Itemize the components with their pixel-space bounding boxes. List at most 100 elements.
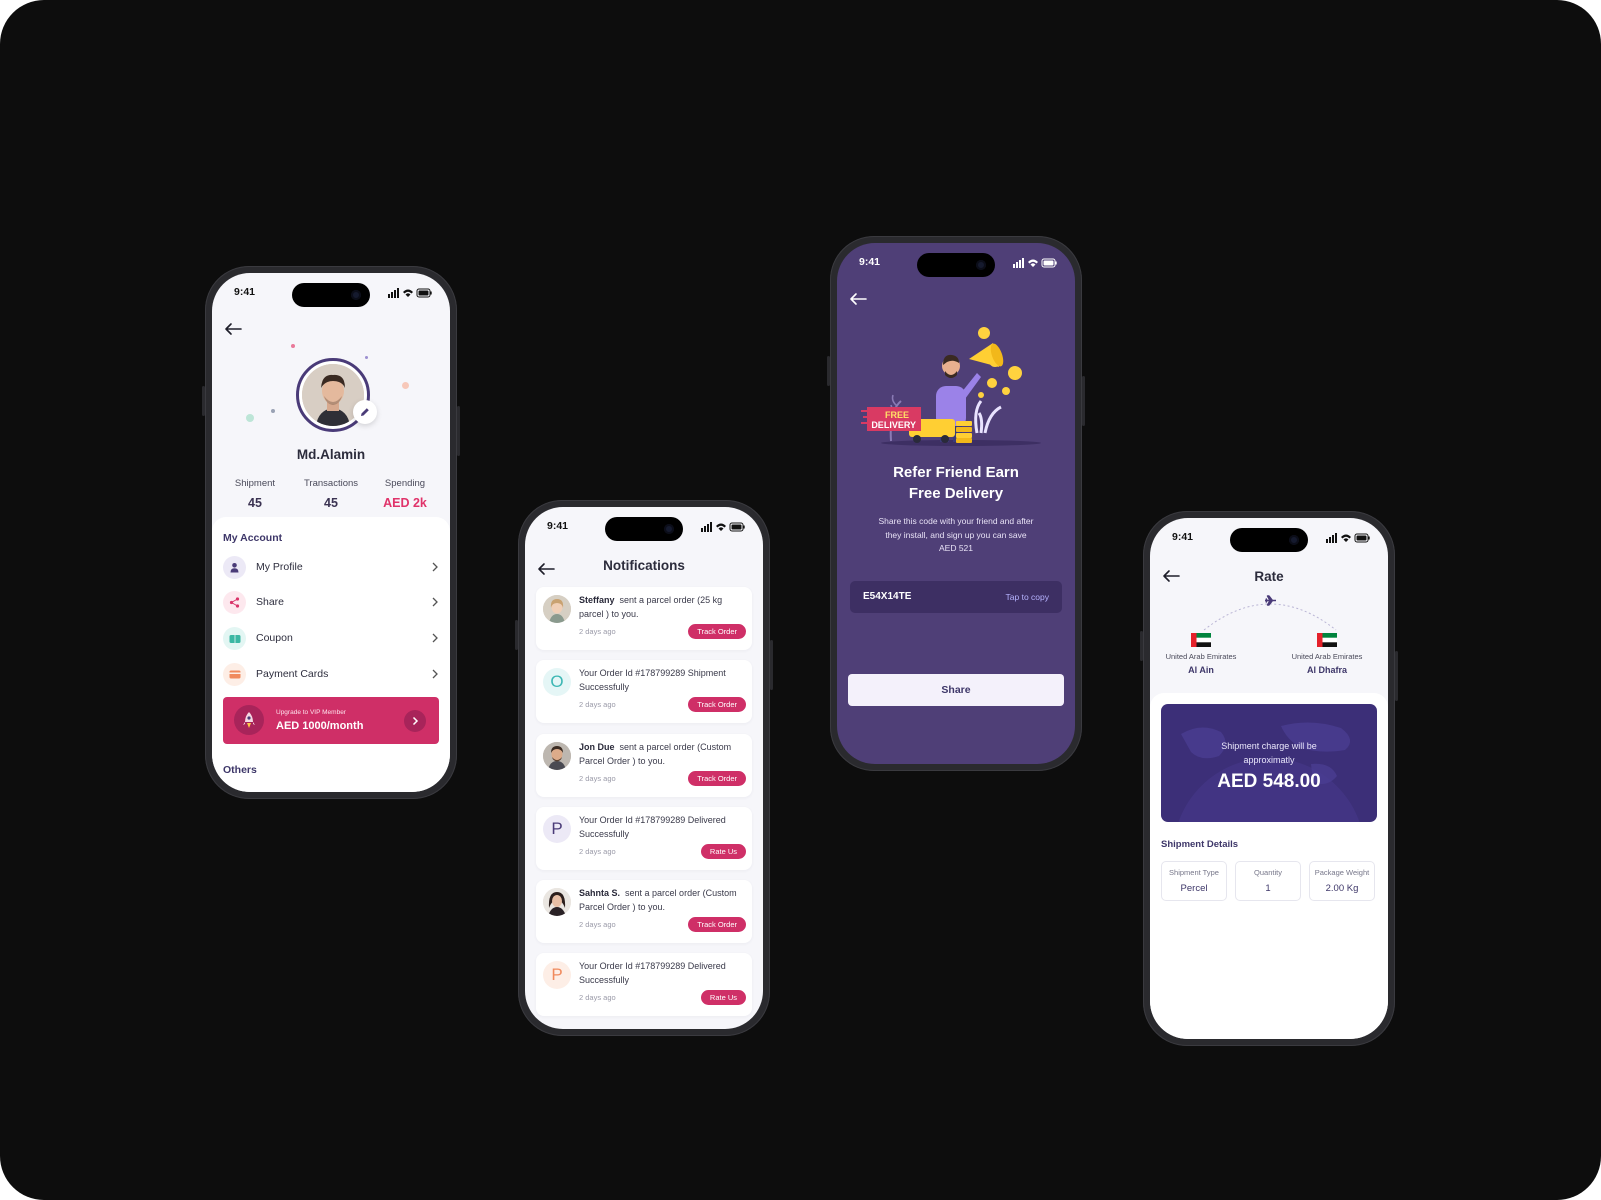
- status-time: 9:41: [547, 520, 569, 532]
- referral-illustration: FREE DELIVERY: [861, 327, 1041, 446]
- detail-value: 2.00 Kg: [1325, 883, 1359, 894]
- detail-package-weight: Package Weight 2.00 Kg: [1309, 861, 1375, 901]
- track-order-button[interactable]: Track Order: [688, 624, 746, 639]
- stat-transactions: Transactions 45: [291, 478, 371, 510]
- detail-value: Percel: [1180, 883, 1208, 894]
- chevron-right-icon[interactable]: [404, 710, 426, 732]
- rate-card: Shipment charge will be approximatly AED…: [1150, 693, 1388, 1039]
- share-icon: [223, 591, 246, 614]
- order-letter-icon: P: [543, 961, 571, 989]
- notification-card[interactable]: P Your Order Id #178799289 Delivered Suc…: [536, 953, 752, 1016]
- menu-item-label: Share: [256, 596, 285, 608]
- delivery-badge-text: DELIVERY: [871, 420, 916, 430]
- profile-screen: 9:41 Md.Alamin Shipment 45 Transactions …: [212, 273, 450, 792]
- vip-upgrade-banner[interactable]: Upgrade to VIP Member AED 1000/month: [223, 697, 439, 744]
- decor-dot: [271, 409, 275, 413]
- uae-flag-icon: [1191, 633, 1211, 647]
- back-button[interactable]: [223, 322, 243, 336]
- menu-item-payment-cards[interactable]: Payment Cards: [223, 663, 439, 689]
- rate-us-button[interactable]: Rate Us: [700, 990, 746, 1005]
- stat-value: 45: [248, 496, 262, 510]
- vip-caption: Upgrade to VIP Member: [276, 709, 346, 716]
- timestamp: 2 days ago: [579, 847, 616, 856]
- order-letter-icon: O: [543, 668, 571, 696]
- stat-value: AED 2k: [383, 496, 427, 510]
- menu-item-share[interactable]: Share: [223, 591, 439, 617]
- page-title: Notifications: [603, 558, 685, 573]
- page-title: Rate: [1254, 569, 1284, 584]
- section-title: Shipment Details: [1161, 839, 1239, 850]
- avatar: [543, 888, 571, 916]
- notification-text: Steffany sent a parcel order (25 kg parc…: [579, 594, 740, 621]
- sender-name: Sahnta S.: [579, 888, 621, 898]
- detail-quantity: Quantity 1: [1235, 861, 1301, 901]
- sender-name: Jon Due: [579, 742, 615, 752]
- user-icon: [223, 556, 246, 579]
- track-order-button[interactable]: Track Order: [688, 771, 746, 786]
- section-title: My Account: [223, 532, 283, 544]
- status-icons: [388, 288, 432, 298]
- title-line: Free Delivery: [908, 485, 1004, 502]
- timestamp: 2 days ago: [579, 627, 616, 636]
- referral-code: E54X14TE: [863, 591, 912, 602]
- notifications-screen: 9:41 Notifications Steffany sent a parce…: [525, 507, 763, 1029]
- showcase-canvas: 9:41 Md.Alamin Shipment 45 Transactions …: [0, 0, 1601, 1200]
- notification-card[interactable]: Jon Due sent a parcel order (Custom Parc…: [536, 734, 752, 797]
- edit-avatar-button[interactable]: [353, 400, 377, 424]
- notification-card[interactable]: O Your Order Id #178799289 Shipment Succ…: [536, 660, 752, 723]
- avatar: [543, 595, 571, 623]
- timestamp: 2 days ago: [579, 993, 616, 1002]
- notification-message: Your Order Id #178799289 Delivered Succe…: [579, 815, 726, 839]
- status-icons: [1326, 533, 1370, 543]
- order-letter-icon: P: [543, 815, 571, 843]
- notification-card[interactable]: Steffany sent a parcel order (25 kg parc…: [536, 587, 752, 650]
- decor-dot: [402, 382, 409, 389]
- timestamp: 2 days ago: [579, 700, 616, 709]
- track-order-button[interactable]: Track Order: [688, 697, 746, 712]
- rate-screen: 9:41 Rate United Arab Emirates Al Ain Un…: [1150, 518, 1388, 1039]
- phone-rate: 9:41 Rate United Arab Emirates Al Ain Un…: [1140, 511, 1398, 1046]
- account-card: My Account My Profile Share Coupon Payme…: [212, 517, 450, 792]
- decor-dot: [246, 414, 254, 422]
- notification-text: Jon Due sent a parcel order (Custom Parc…: [579, 741, 740, 768]
- destination-location: United Arab Emirates Al Dhafra: [1272, 652, 1382, 675]
- charge-amount: AED 548.00: [1217, 771, 1321, 792]
- status-icons: [1013, 258, 1057, 268]
- profile-name: Md.Alamin: [296, 447, 366, 462]
- back-button[interactable]: [848, 292, 868, 306]
- sender-name: Steffany: [579, 595, 615, 605]
- rate-us-button[interactable]: Rate Us: [700, 844, 746, 859]
- phone-refer: 9:41 FREE DELIVERY Refer Friend Earn Fre…: [827, 236, 1085, 771]
- stat-label: Transactions: [303, 478, 359, 489]
- tap-to-copy-link[interactable]: Tap to copy: [1006, 592, 1049, 602]
- menu-item-coupon[interactable]: Coupon: [223, 627, 439, 653]
- destination-country: United Arab Emirates: [1291, 652, 1363, 661]
- coupon-icon: [223, 627, 246, 650]
- chevron-right-icon: [432, 562, 438, 572]
- uae-flag-icon: [1317, 633, 1337, 647]
- track-order-button[interactable]: Track Order: [688, 917, 746, 932]
- chevron-right-icon: [432, 597, 438, 607]
- menu-item-label: My Profile: [256, 561, 303, 573]
- notification-card[interactable]: P Your Order Id #178799289 Delivered Suc…: [536, 807, 752, 870]
- menu-item-my-profile[interactable]: My Profile: [223, 556, 439, 582]
- stat-shipment: Shipment 45: [215, 478, 295, 510]
- rocket-icon: [234, 705, 264, 735]
- status-time: 9:41: [234, 286, 256, 298]
- status-bar: 9:41: [547, 519, 745, 535]
- decor-dot: [291, 344, 295, 348]
- menu-item-label: Coupon: [256, 632, 293, 644]
- refer-description: Share this code with your friend and aft…: [878, 516, 1034, 553]
- stat-value: 45: [324, 496, 338, 510]
- status-time: 9:41: [1172, 531, 1194, 543]
- chevron-right-icon: [432, 669, 438, 679]
- stat-label: Shipment: [234, 478, 276, 489]
- referral-code-box[interactable]: E54X14TE Tap to copy: [850, 581, 1062, 613]
- share-button[interactable]: Share: [848, 674, 1064, 706]
- refer-screen: 9:41 FREE DELIVERY Refer Friend Earn Fre…: [837, 243, 1075, 764]
- notification-card[interactable]: Sahnta S. sent a parcel order (Custom Pa…: [536, 880, 752, 943]
- notification-message: Your Order Id #178799289 Shipment Succes…: [579, 668, 726, 692]
- card-icon: [223, 663, 246, 686]
- title-line: Refer Friend Earn: [893, 464, 1019, 481]
- vip-price: AED 1000/month: [276, 720, 364, 732]
